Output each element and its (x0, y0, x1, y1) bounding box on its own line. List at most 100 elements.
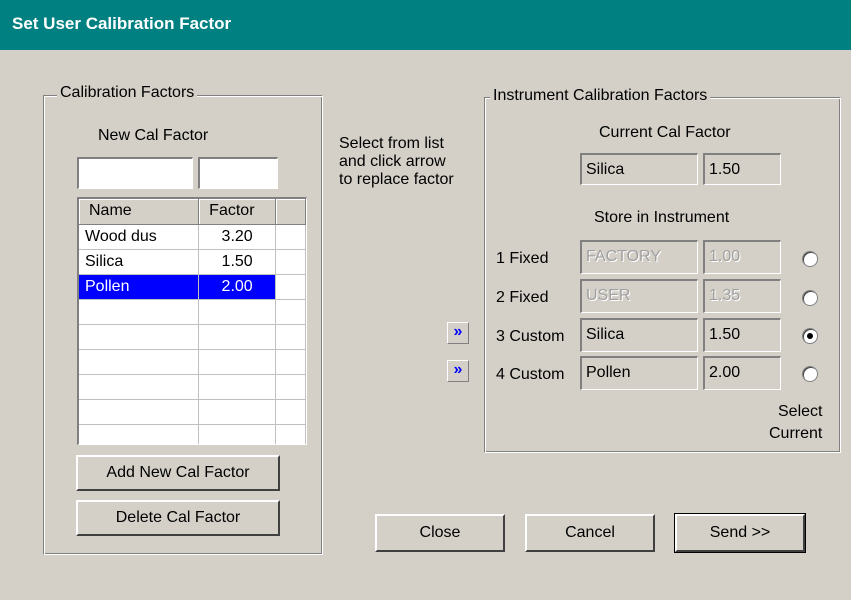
cell-spacer (275, 324, 306, 350)
slot-factor-1: 1.00 (709, 248, 741, 265)
slot-name-3: Silica (586, 326, 625, 343)
cell-spacer (275, 424, 306, 444)
cancel-button-label: Cancel (565, 524, 615, 541)
instruction-line-2: and click arrow (339, 153, 446, 170)
table-row[interactable] (79, 299, 306, 325)
current-cal-factor-value: 1.50 (709, 161, 741, 178)
table-row[interactable]: Pollen 2.00 (79, 274, 306, 300)
add-new-cal-factor-button[interactable]: Add New Cal Factor (76, 455, 280, 491)
slot-factor-field-4: 2.00 (703, 356, 781, 390)
new-cal-factor-input[interactable] (198, 157, 278, 189)
cell-spacer (275, 274, 306, 300)
cell-spacer (275, 224, 306, 250)
double-chevron-right-icon: » (453, 323, 463, 340)
dialog-window: Set User Calibration Factor Calibration … (0, 0, 859, 603)
slot-name-field-2: USER (580, 279, 698, 313)
instrument-calibration-legend: Instrument Calibration Factors (490, 87, 711, 105)
send-button-label: Send >> (709, 524, 771, 541)
table-row[interactable] (79, 324, 306, 350)
cal-factor-table[interactable]: Name Factor Wood dus 3.20 Silica 1.50 Pollen… (77, 197, 307, 445)
cell-spacer (275, 249, 306, 275)
cell-factor: 3.20 (198, 224, 277, 250)
cell-factor (198, 324, 277, 350)
column-header-factor[interactable]: Factor (198, 199, 277, 225)
current-cal-name-field: Silica (580, 153, 698, 185)
table-header-row: Name Factor (79, 199, 306, 225)
delete-button-label: Delete Cal Factor (115, 509, 241, 526)
slot-radio-2[interactable] (802, 290, 818, 306)
window-right-edge (851, 0, 859, 603)
slot-name-4: Pollen (586, 364, 631, 381)
title-bar: Set User Calibration Factor (0, 0, 851, 50)
cell-name (79, 374, 200, 400)
slot-name-field-1: FACTORY (580, 240, 698, 274)
table-row[interactable] (79, 374, 306, 400)
slot-factor-field-2: 1.35 (703, 279, 781, 313)
delete-cal-factor-button[interactable]: Delete Cal Factor (76, 500, 280, 536)
cell-name (79, 299, 200, 325)
cell-name (79, 424, 200, 444)
cell-name (79, 399, 200, 425)
add-button-label: Add New Cal Factor (106, 464, 250, 481)
cell-factor (198, 399, 277, 425)
slot-factor-4: 2.00 (709, 364, 741, 381)
replace-arrow-button-4[interactable]: » (447, 360, 469, 382)
instrument-calibration-group (484, 97, 841, 453)
double-chevron-right-icon: » (453, 361, 463, 378)
cell-name (79, 349, 200, 375)
slot-label-4: 4 Custom (496, 366, 565, 383)
select-current-label-line-1: Select (778, 403, 823, 420)
new-cal-factor-label: New Cal Factor (98, 127, 209, 144)
column-header-name[interactable]: Name (79, 199, 200, 225)
cancel-button[interactable]: Cancel (525, 514, 655, 552)
slot-radio-1[interactable] (802, 251, 818, 267)
store-in-instrument-label: Store in Instrument (594, 209, 730, 226)
slot-name-2: USER (586, 287, 631, 304)
close-button-label: Close (419, 524, 461, 541)
current-cal-factor-label: Current Cal Factor (599, 124, 731, 141)
instruction-line-3: to replace factor (339, 171, 454, 188)
slot-label-2: 2 Fixed (496, 289, 549, 306)
slot-factor-field-1: 1.00 (703, 240, 781, 274)
cell-factor: 1.50 (198, 249, 277, 275)
radio-selected-dot (807, 333, 813, 339)
slot-label-1: 1 Fixed (496, 250, 549, 267)
slot-factor-field-3: 1.50 (703, 318, 781, 352)
new-cal-name-input[interactable] (77, 157, 193, 189)
instruction-line-1: Select from list (339, 135, 444, 152)
table-row[interactable] (79, 399, 306, 425)
slot-name-field-3: Silica (580, 318, 698, 352)
cell-spacer (275, 299, 306, 325)
cell-spacer (275, 349, 306, 375)
cell-spacer (275, 374, 306, 400)
table-row[interactable] (79, 349, 306, 375)
current-cal-factor-field: 1.50 (703, 153, 781, 185)
cell-factor: 2.00 (198, 274, 277, 300)
slot-factor-2: 1.35 (709, 287, 741, 304)
calibration-factors-legend: Calibration Factors (57, 84, 198, 102)
cell-name (79, 324, 200, 350)
slot-factor-3: 1.50 (709, 326, 741, 343)
table-row[interactable]: Wood dus 3.20 (79, 224, 306, 250)
slot-radio-3[interactable] (802, 328, 818, 344)
send-button[interactable]: Send >> (674, 513, 806, 553)
table-row[interactable]: Silica 1.50 (79, 249, 306, 275)
close-button[interactable]: Close (375, 514, 505, 552)
slot-radio-4[interactable] (802, 366, 818, 382)
cell-factor (198, 349, 277, 375)
slot-name-1: FACTORY (586, 248, 661, 265)
table-row[interactable] (79, 424, 306, 444)
cell-name: Pollen (79, 274, 200, 300)
cell-name: Wood dus (79, 224, 200, 250)
slot-name-field-4: Pollen (580, 356, 698, 390)
cell-factor (198, 299, 277, 325)
slot-label-3: 3 Custom (496, 328, 565, 345)
window-title: Set User Calibration Factor (12, 14, 232, 33)
cell-factor (198, 374, 277, 400)
cell-name: Silica (79, 249, 200, 275)
replace-arrow-button-3[interactable]: » (447, 322, 469, 344)
column-header-spacer (275, 199, 306, 225)
cell-factor (198, 424, 277, 444)
select-current-label-line-2: Current (769, 425, 823, 442)
cell-spacer (275, 399, 306, 425)
